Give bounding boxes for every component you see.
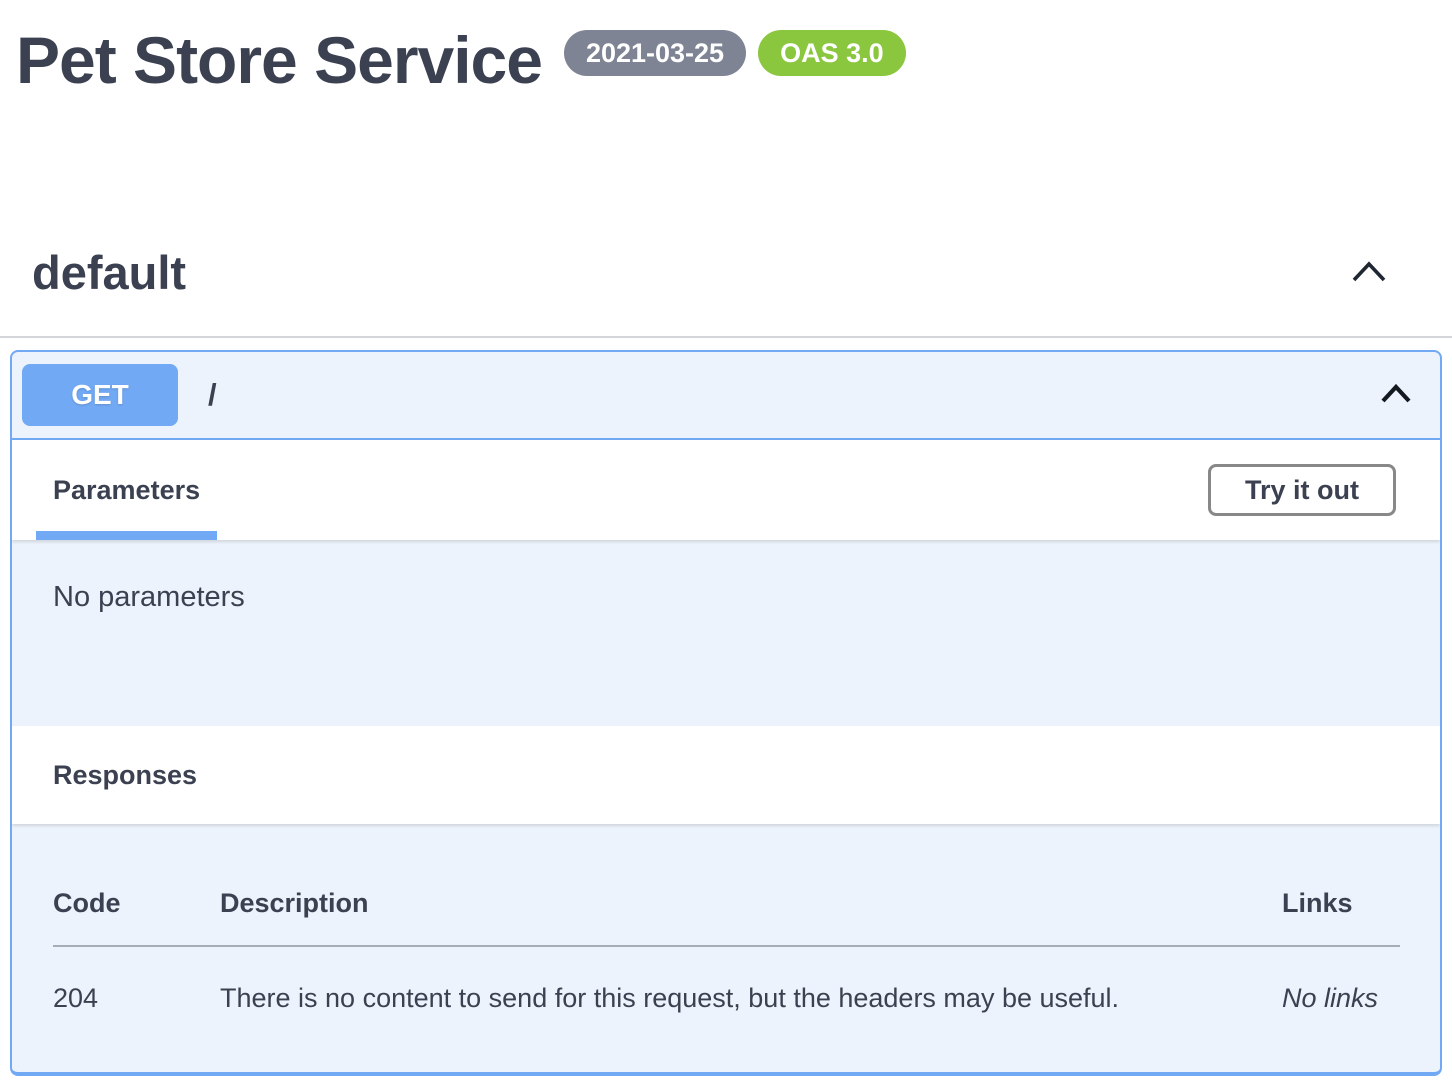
http-method-badge: GET — [22, 364, 178, 426]
collapse-operation-button[interactable] — [1380, 383, 1412, 408]
tag-section-default: default GET / — [0, 245, 1452, 1076]
responses-section-header: Responses — [12, 726, 1440, 824]
oas-badge: OAS 3.0 — [758, 30, 906, 76]
description-column-header: Description — [220, 888, 1282, 946]
api-badges: 2021-03-25 OAS 3.0 — [564, 30, 906, 76]
responses-table-header-row: Code Description Links — [53, 888, 1400, 946]
parameters-section-header: Parameters Try it out — [12, 440, 1440, 540]
endpoint-path: / — [208, 377, 217, 413]
response-row-204: 204 There is no content to send for this… — [53, 946, 1400, 1014]
parameters-tab-label: Parameters — [53, 475, 200, 506]
response-code: 204 — [53, 946, 220, 1014]
swagger-ui-page: Pet Store Service 2021-03-25 OAS 3.0 def… — [0, 0, 1452, 1076]
version-badge: 2021-03-25 — [564, 30, 746, 76]
chevron-up-icon — [1350, 258, 1388, 288]
try-it-out-button[interactable]: Try it out — [1208, 464, 1396, 516]
code-column-header: Code — [53, 888, 220, 946]
tag-header-default[interactable]: default — [0, 245, 1452, 338]
response-links: No links — [1282, 946, 1400, 1014]
tag-title: default — [32, 245, 186, 300]
response-description: There is no content to send for this req… — [220, 946, 1282, 1014]
responses-table: Code Description Links 204 There is no c… — [53, 888, 1400, 1014]
collapse-section-button[interactable] — [1350, 258, 1388, 288]
tab-parameters[interactable]: Parameters — [53, 440, 200, 540]
responses-body: Code Description Links 204 There is no c… — [12, 824, 1440, 1072]
api-title: Pet Store Service — [16, 26, 542, 95]
parameters-body: No parameters — [12, 540, 1440, 726]
no-parameters-message: No parameters — [53, 581, 1400, 614]
opblock-summary[interactable]: GET / — [12, 352, 1440, 440]
opblock-get-root: GET / Parameters Try it out — [10, 350, 1442, 1076]
links-column-header: Links — [1282, 888, 1400, 946]
responses-title: Responses — [53, 760, 197, 791]
chevron-up-icon — [1380, 383, 1412, 408]
api-info-header: Pet Store Service 2021-03-25 OAS 3.0 — [0, 0, 1452, 95]
